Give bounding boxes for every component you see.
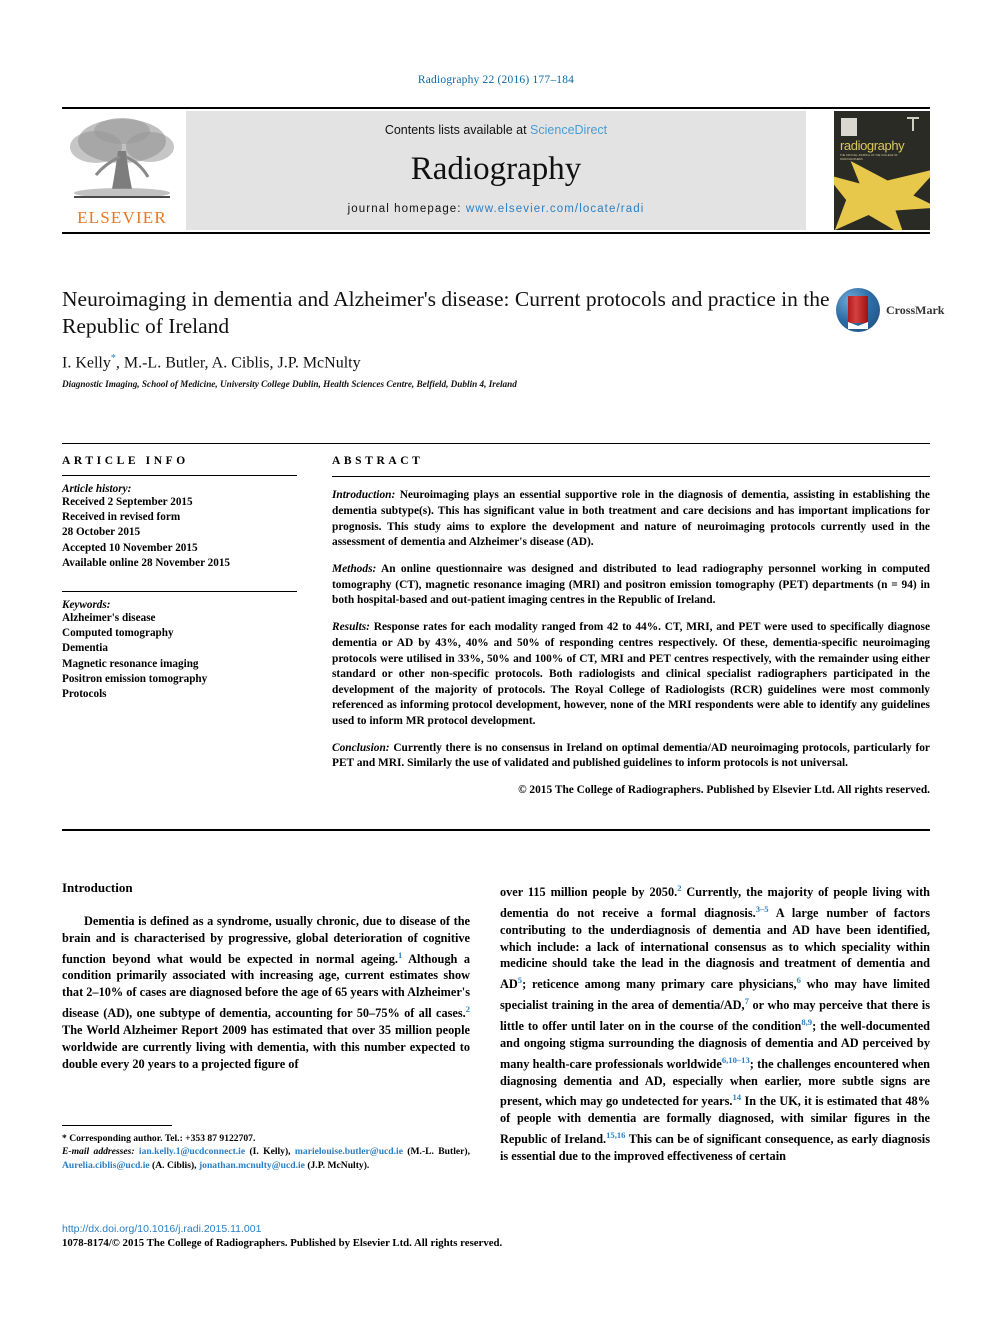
- article-history-label: Article history:: [62, 483, 132, 495]
- footnote-block: * Corresponding author. Tel.: +353 87 91…: [62, 1125, 470, 1172]
- elsevier-wordmark: ELSEVIER: [77, 208, 167, 227]
- body-paragraph: Dementia is defined as a syndrome, usual…: [62, 913, 470, 1072]
- email-owner: (J.P. McNulty): [307, 1159, 367, 1171]
- journal-masthead: ELSEVIER Contents lists available at Sci…: [62, 107, 930, 234]
- abstract-results-label: Results:: [332, 621, 370, 634]
- abstract-conclusion: Conclusion: Currently there is no consen…: [332, 741, 930, 772]
- sciencedirect-link[interactable]: ScienceDirect: [530, 123, 607, 137]
- keyword-item: Alzheimer's disease: [62, 612, 156, 625]
- elsevier-logo: ELSEVIER: [62, 111, 182, 231]
- abstract-results-text: Response rates for each modality ranged …: [332, 621, 930, 727]
- footnote-text: * Corresponding author. Tel.: +353 87 91…: [62, 1133, 470, 1171]
- email-link[interactable]: marielouise.butler@ucd.ie: [295, 1146, 403, 1157]
- elsevier-tree-icon: [70, 118, 174, 198]
- author-list: I. Kelly*, M.-L. Butler, A. Ciblis, J.P.…: [62, 353, 930, 372]
- journal-name: Radiography: [410, 151, 582, 187]
- email-owner: (I. Kelly): [249, 1146, 289, 1158]
- history-line: Available online 28 November 2015: [62, 556, 231, 569]
- email-link[interactable]: jonathan.mcnulty@ucd.ie: [199, 1160, 305, 1171]
- citation-ref[interactable]: 14: [733, 1092, 742, 1102]
- journal-article-page: Radiography 22 (2016) 177–184 ELSEVIER C…: [0, 0, 992, 1323]
- abstract-section-rule-bottom: [62, 829, 930, 831]
- email-link[interactable]: Aurelia.ciblis@ucd.ie: [62, 1160, 150, 1171]
- crossmark-circle-icon: [836, 288, 880, 332]
- title-block: Neuroimaging in dementia and Alzheimer's…: [62, 286, 944, 390]
- crossmark-badge[interactable]: CrossMark: [836, 288, 944, 334]
- homepage-prefix: journal homepage:: [347, 203, 466, 215]
- history-line: Accepted 10 November 2015: [62, 541, 198, 554]
- citation-ref[interactable]: 2: [466, 1004, 470, 1014]
- page-title: Neuroimaging in dementia and Alzheimer's…: [62, 287, 830, 338]
- abstract-methods-label: Methods:: [332, 563, 377, 576]
- abstract-conclusion-label: Conclusion:: [332, 741, 390, 754]
- abstract-introduction-label: Introduction:: [332, 489, 396, 502]
- journal-homepage-line: journal homepage: www.elsevier.com/locat…: [186, 203, 806, 215]
- author-first: I. Kelly: [62, 354, 111, 372]
- running-head: Radiography 22 (2016) 177–184: [417, 74, 575, 86]
- abstract-conclusion-text: Currently there is no consensus in Irela…: [332, 741, 930, 770]
- body-text: over 115 million people by 2050.: [500, 885, 678, 900]
- article-info-divider: [62, 475, 297, 476]
- email-owner: (A. Ciblis): [152, 1159, 195, 1171]
- history-line: Received 2 September 2015: [62, 496, 193, 508]
- citation-ref[interactable]: 15,16: [606, 1130, 625, 1140]
- body-column-right: over 115 million people by 2050.2 Curren…: [500, 880, 930, 1165]
- section-heading-introduction: Introduction: [62, 880, 133, 895]
- cover-logo-box: [841, 118, 857, 136]
- history-line: 28 October 2015: [62, 526, 141, 539]
- keywords-block: Keywords: Alzheimer's disease Computed t…: [62, 591, 297, 702]
- corresponding-author-note: Corresponding author. Tel.: +353 87 9122…: [69, 1133, 256, 1144]
- abstract-copyright: © 2015 The College of Radiographers. Pub…: [518, 784, 930, 797]
- keywords-divider: [62, 591, 297, 593]
- contents-available-line: Contents lists available at ScienceDirec…: [186, 123, 806, 137]
- crossmark-book-icon: [848, 296, 868, 323]
- cover-tick-mark-icon: [907, 117, 919, 131]
- keyword-item: Dementia: [62, 642, 108, 655]
- abstract-introduction: Introduction: Neuroimaging plays an esse…: [332, 488, 930, 550]
- doi-link[interactable]: http://dx.doi.org/10.1016/j.radi.2015.11…: [62, 1223, 662, 1235]
- cover-starburst-graphic: [834, 161, 930, 230]
- cover-journal-subtitle: THE OFFICIAL JOURNAL OF THE COLLEGE OF R…: [840, 154, 898, 161]
- asterisk-icon: *: [62, 1133, 67, 1144]
- abstract-column: ABSTRACT Introduction: Neuroimaging play…: [332, 443, 930, 796]
- affiliation: Diagnostic Imaging, School of Medicine, …: [62, 379, 517, 390]
- email-owner: (M.-L. Butler): [407, 1146, 468, 1158]
- abstract-introduction-text: Neuroimaging plays an essential supporti…: [332, 489, 930, 549]
- body-paragraph: over 115 million people by 2050.2 Curren…: [500, 880, 930, 1165]
- author-rest: , M.-L. Butler, A. Ciblis, J.P. McNulty: [115, 354, 361, 372]
- citation-ref[interactable]: 8,9: [801, 1017, 812, 1027]
- keywords-label: Keywords:: [62, 599, 111, 612]
- masthead-center-band: Contents lists available at ScienceDirec…: [186, 111, 806, 230]
- keyword-item: Protocols: [62, 688, 107, 701]
- masthead-rule-bottom: [62, 232, 930, 234]
- article-info-heading: ARTICLE INFO: [62, 455, 189, 467]
- keyword-item: Computed tomography: [62, 627, 174, 640]
- keyword-item: Positron emission tomography: [62, 672, 208, 685]
- issn-copyright-line: 1078-8174/© 2015 The College of Radiogra…: [62, 1237, 503, 1249]
- keyword-item: Magnetic resonance imaging: [62, 657, 199, 670]
- citation-ref[interactable]: 6,10–13: [722, 1055, 750, 1065]
- abstract-results: Results: Response rates for each modalit…: [332, 620, 930, 729]
- body-text: The World Alzheimer Report 2009 has esti…: [62, 1022, 470, 1071]
- contents-prefix: Contents lists available at: [384, 123, 531, 137]
- body-text: ; reticence among many primary care phys…: [522, 977, 797, 992]
- abstract-methods: Methods: An online questionnaire was des…: [332, 562, 930, 609]
- cover-journal-title: radiography: [840, 138, 905, 153]
- citation-ref[interactable]: 3–5: [756, 904, 769, 914]
- crossmark-label: CrossMark: [886, 303, 945, 317]
- abstract-heading: ABSTRACT: [332, 455, 424, 467]
- article-info-column: ARTICLE INFO Article history: Received 2…: [62, 443, 297, 702]
- body-column-left: Introduction Dementia is defined as a sy…: [62, 880, 470, 1072]
- email-addresses-label: E-mail addresses:: [62, 1146, 135, 1158]
- masthead-rule-top: [62, 107, 930, 109]
- journal-cover-thumbnail: radiography THE OFFICIAL JOURNAL OF THE …: [834, 111, 930, 230]
- homepage-url-link[interactable]: www.elsevier.com/locate/radi: [466, 203, 644, 215]
- abstract-divider: [332, 476, 930, 477]
- email-link[interactable]: ian.kelly.1@ucdconnect.ie: [139, 1146, 245, 1157]
- history-line: Received in revised form: [62, 511, 181, 524]
- footnote-rule: [62, 1125, 172, 1126]
- document-footer: http://dx.doi.org/10.1016/j.radi.2015.11…: [62, 1223, 662, 1249]
- abstract-methods-text: An online questionnaire was designed and…: [332, 563, 930, 607]
